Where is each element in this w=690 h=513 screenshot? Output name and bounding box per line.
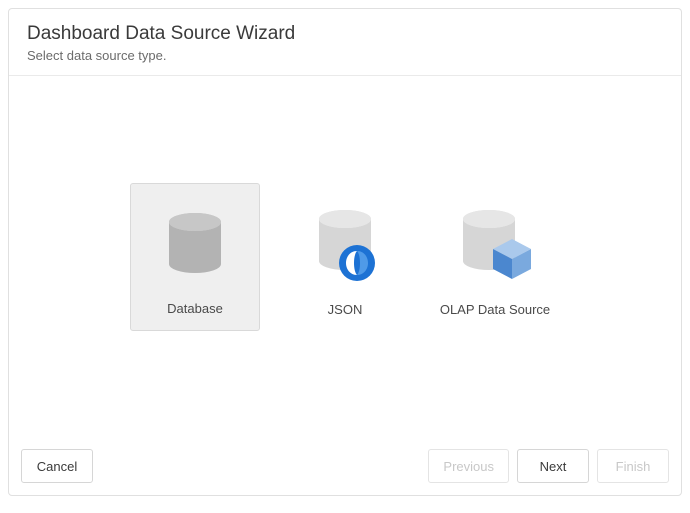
cancel-button[interactable]: Cancel — [21, 449, 93, 483]
database-icon — [155, 203, 235, 285]
option-database-label: Database — [167, 301, 223, 316]
wizard-header: Dashboard Data Source Wizard Select data… — [9, 9, 681, 76]
option-olap-label: OLAP Data Source — [440, 302, 550, 317]
option-database[interactable]: Database — [130, 183, 260, 331]
option-json-label: JSON — [328, 302, 363, 317]
json-icon — [305, 204, 385, 286]
wizard-body: Database JSON — [9, 76, 681, 437]
next-button[interactable]: Next — [517, 449, 589, 483]
wizard-title: Dashboard Data Source Wizard — [27, 23, 663, 45]
wizard-subtitle: Select data source type. — [27, 48, 663, 63]
wizard-footer: Cancel Previous Next Finish — [9, 437, 681, 495]
previous-button: Previous — [428, 449, 509, 483]
option-json[interactable]: JSON — [280, 183, 410, 331]
wizard-dialog: Dashboard Data Source Wizard Select data… — [8, 8, 682, 496]
option-olap[interactable]: OLAP Data Source — [430, 183, 560, 331]
olap-icon — [455, 204, 535, 286]
finish-button: Finish — [597, 449, 669, 483]
